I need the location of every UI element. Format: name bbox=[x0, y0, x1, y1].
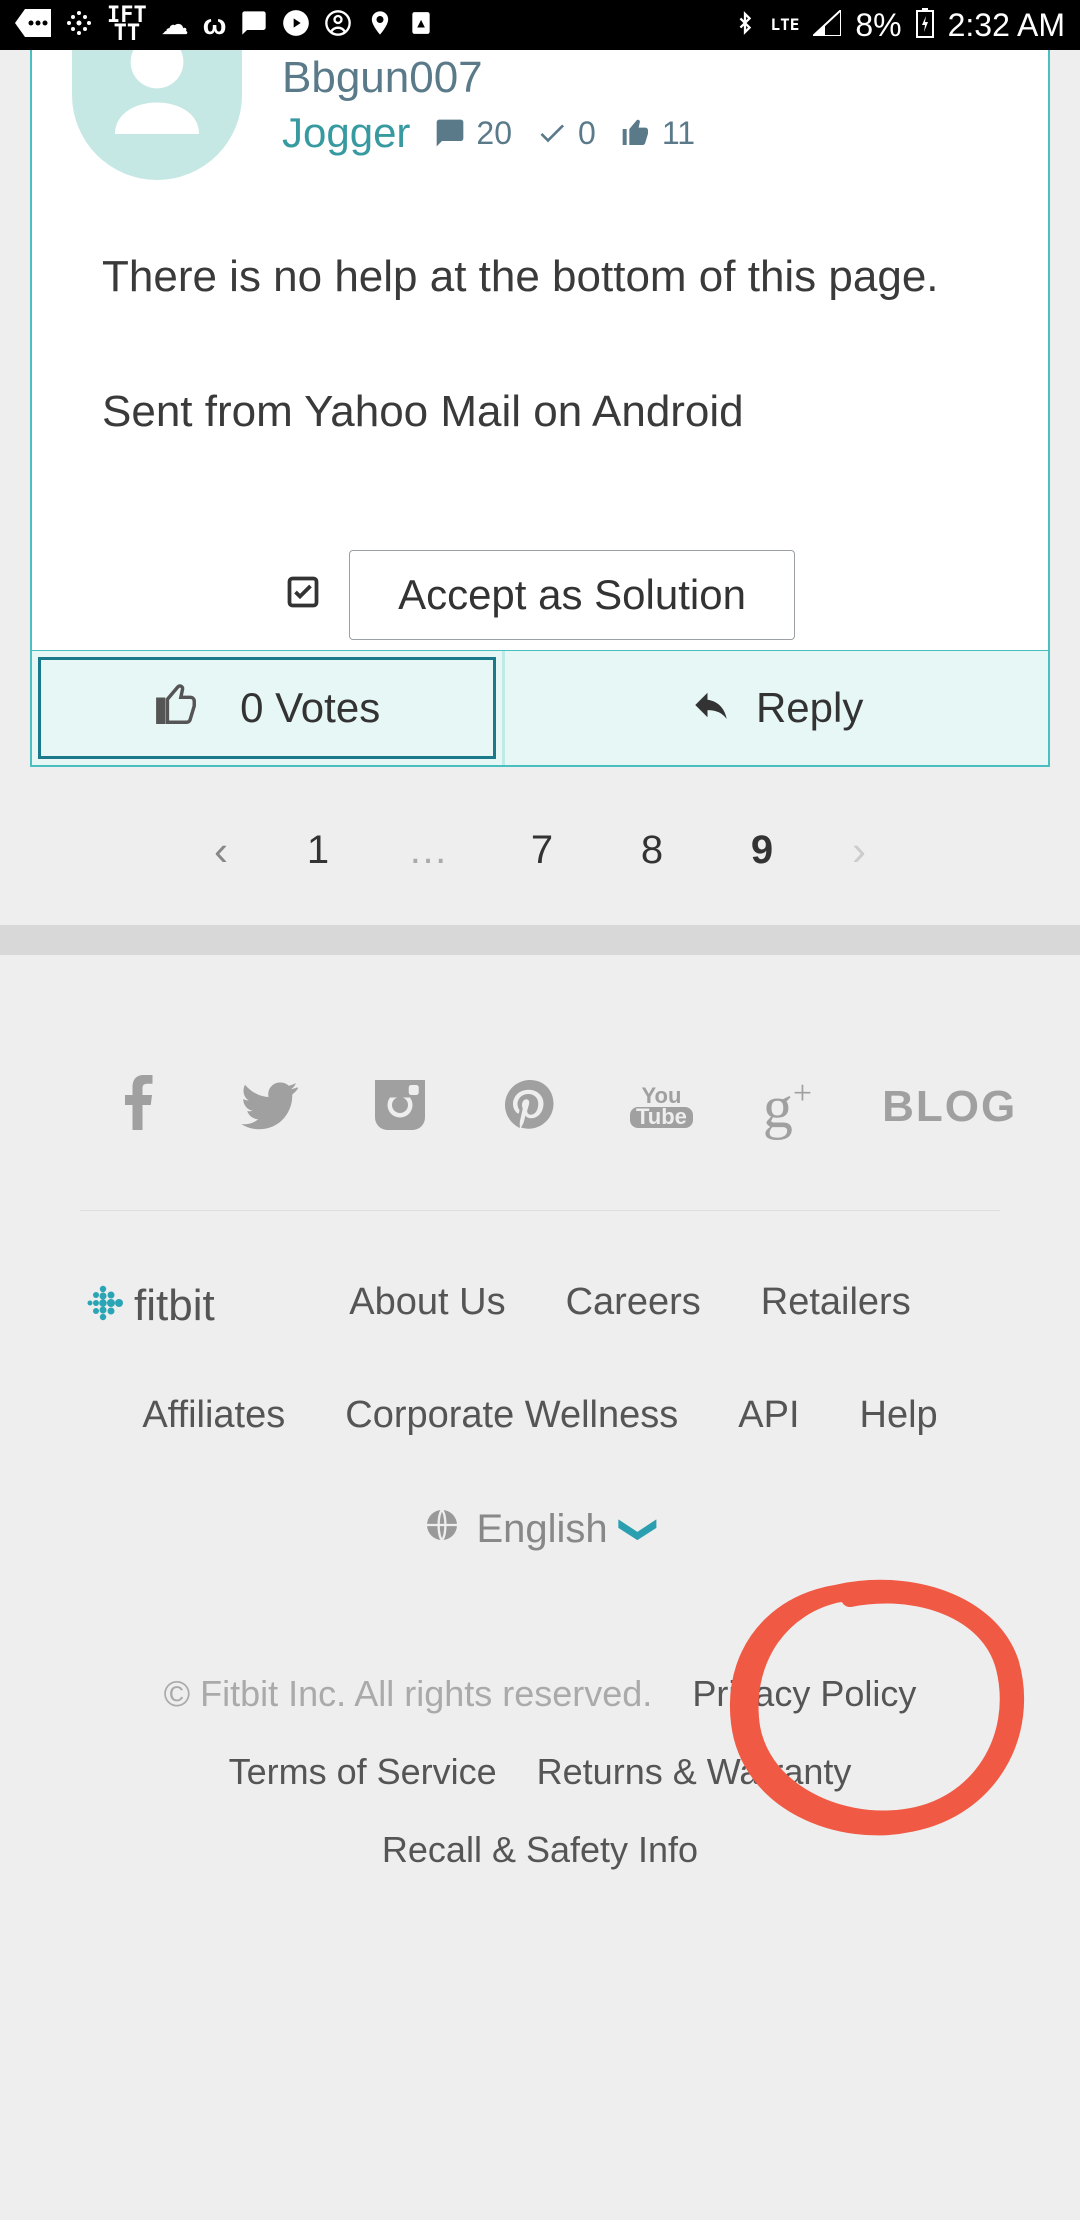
stat-comments: 20 bbox=[434, 115, 512, 152]
vote-count: 0 Votes bbox=[240, 684, 380, 732]
chat-icon bbox=[240, 9, 268, 42]
signal-icon bbox=[813, 10, 841, 41]
footer-careers[interactable]: Careers bbox=[566, 1281, 701, 1324]
vote-button[interactable]: 0 Votes bbox=[38, 657, 496, 759]
page-prev[interactable]: ‹ bbox=[214, 827, 228, 875]
footer-wellness[interactable]: Corporate Wellness bbox=[345, 1394, 678, 1437]
page-next: › bbox=[852, 827, 866, 875]
globe-icon bbox=[424, 1507, 460, 1553]
fitbit-wordmark: fitbit bbox=[134, 1281, 215, 1331]
youtube-icon[interactable]: You Tube bbox=[630, 1086, 693, 1128]
recall-link[interactable]: Recall & Safety Info bbox=[382, 1829, 698, 1871]
language-label: English bbox=[476, 1507, 607, 1552]
accept-solution-button[interactable]: Accept as Solution bbox=[349, 550, 795, 640]
person-icon bbox=[324, 9, 352, 42]
chevron-down-icon: ❯ bbox=[617, 1514, 662, 1546]
blog-link[interactable]: BLOG bbox=[882, 1082, 1017, 1132]
app-icon: ▲ bbox=[408, 9, 434, 42]
clock: 2:32 AM bbox=[948, 7, 1065, 44]
footer-retailers[interactable]: Retailers bbox=[761, 1281, 911, 1324]
bluetooth-icon bbox=[734, 8, 756, 43]
stat-solutions: 0 bbox=[536, 115, 596, 152]
page-9-current[interactable]: 9 bbox=[742, 828, 782, 873]
facebook-icon[interactable] bbox=[110, 1075, 170, 1140]
googleplus-icon[interactable]: g+ bbox=[763, 1077, 812, 1137]
stat-likes: 11 bbox=[620, 115, 695, 152]
footer-help[interactable]: Help bbox=[860, 1394, 938, 1437]
twitter-icon[interactable] bbox=[240, 1075, 300, 1140]
separator bbox=[0, 925, 1080, 955]
username[interactable]: Bbgun007 bbox=[282, 53, 695, 103]
more-icon bbox=[15, 9, 51, 42]
fitbit-logo[interactable]: fitbit bbox=[80, 1281, 215, 1331]
page-8[interactable]: 8 bbox=[632, 828, 672, 873]
checkbox-icon bbox=[285, 574, 321, 615]
svg-text:▲: ▲ bbox=[415, 15, 428, 30]
battery-icon bbox=[916, 8, 934, 43]
page-ellipsis: … bbox=[408, 828, 452, 873]
reply-label: Reply bbox=[756, 684, 863, 732]
location-icon bbox=[366, 9, 394, 42]
pagination: ‹ 1 … 7 8 9 › bbox=[0, 767, 1080, 925]
music-icon bbox=[282, 9, 310, 42]
footer-about[interactable]: About Us bbox=[349, 1281, 505, 1324]
forum-post-card: Bbgun007 Jogger 20 0 11 bbox=[30, 50, 1050, 767]
page-1[interactable]: 1 bbox=[298, 828, 338, 873]
copyright: © Fitbit Inc. All rights reserved. bbox=[164, 1673, 653, 1715]
weather-icon: ☁ bbox=[161, 11, 189, 39]
reply-arrow-icon bbox=[690, 684, 732, 731]
footer-affiliates[interactable]: Affiliates bbox=[142, 1394, 285, 1437]
avatar[interactable] bbox=[72, 50, 242, 180]
lte-label: LTE bbox=[770, 19, 799, 32]
instagram-icon[interactable] bbox=[370, 1075, 430, 1140]
tos-link[interactable]: Terms of Service bbox=[229, 1751, 497, 1793]
reply-button[interactable]: Reply bbox=[502, 651, 1048, 765]
footer-api[interactable]: API bbox=[738, 1394, 799, 1437]
language-selector[interactable]: English ❯ bbox=[80, 1437, 1000, 1583]
w-icon: ω bbox=[203, 11, 227, 39]
dots-icon bbox=[65, 9, 93, 42]
battery-percent: 8% bbox=[855, 7, 901, 44]
android-statusbar: IFT TT ☁ ω ▲ LTE bbox=[0, 0, 1080, 50]
fitbit-dots-icon bbox=[80, 1281, 124, 1330]
page-7[interactable]: 7 bbox=[522, 828, 562, 873]
post-body: There is no help at the bottom of this p… bbox=[32, 190, 1048, 550]
annotation-circle bbox=[710, 1563, 1050, 1853]
user-rank: Jogger bbox=[282, 109, 410, 157]
thumbs-up-icon bbox=[154, 682, 200, 733]
ift-icon: IFT TT bbox=[107, 7, 147, 42]
pinterest-icon[interactable] bbox=[500, 1075, 560, 1140]
